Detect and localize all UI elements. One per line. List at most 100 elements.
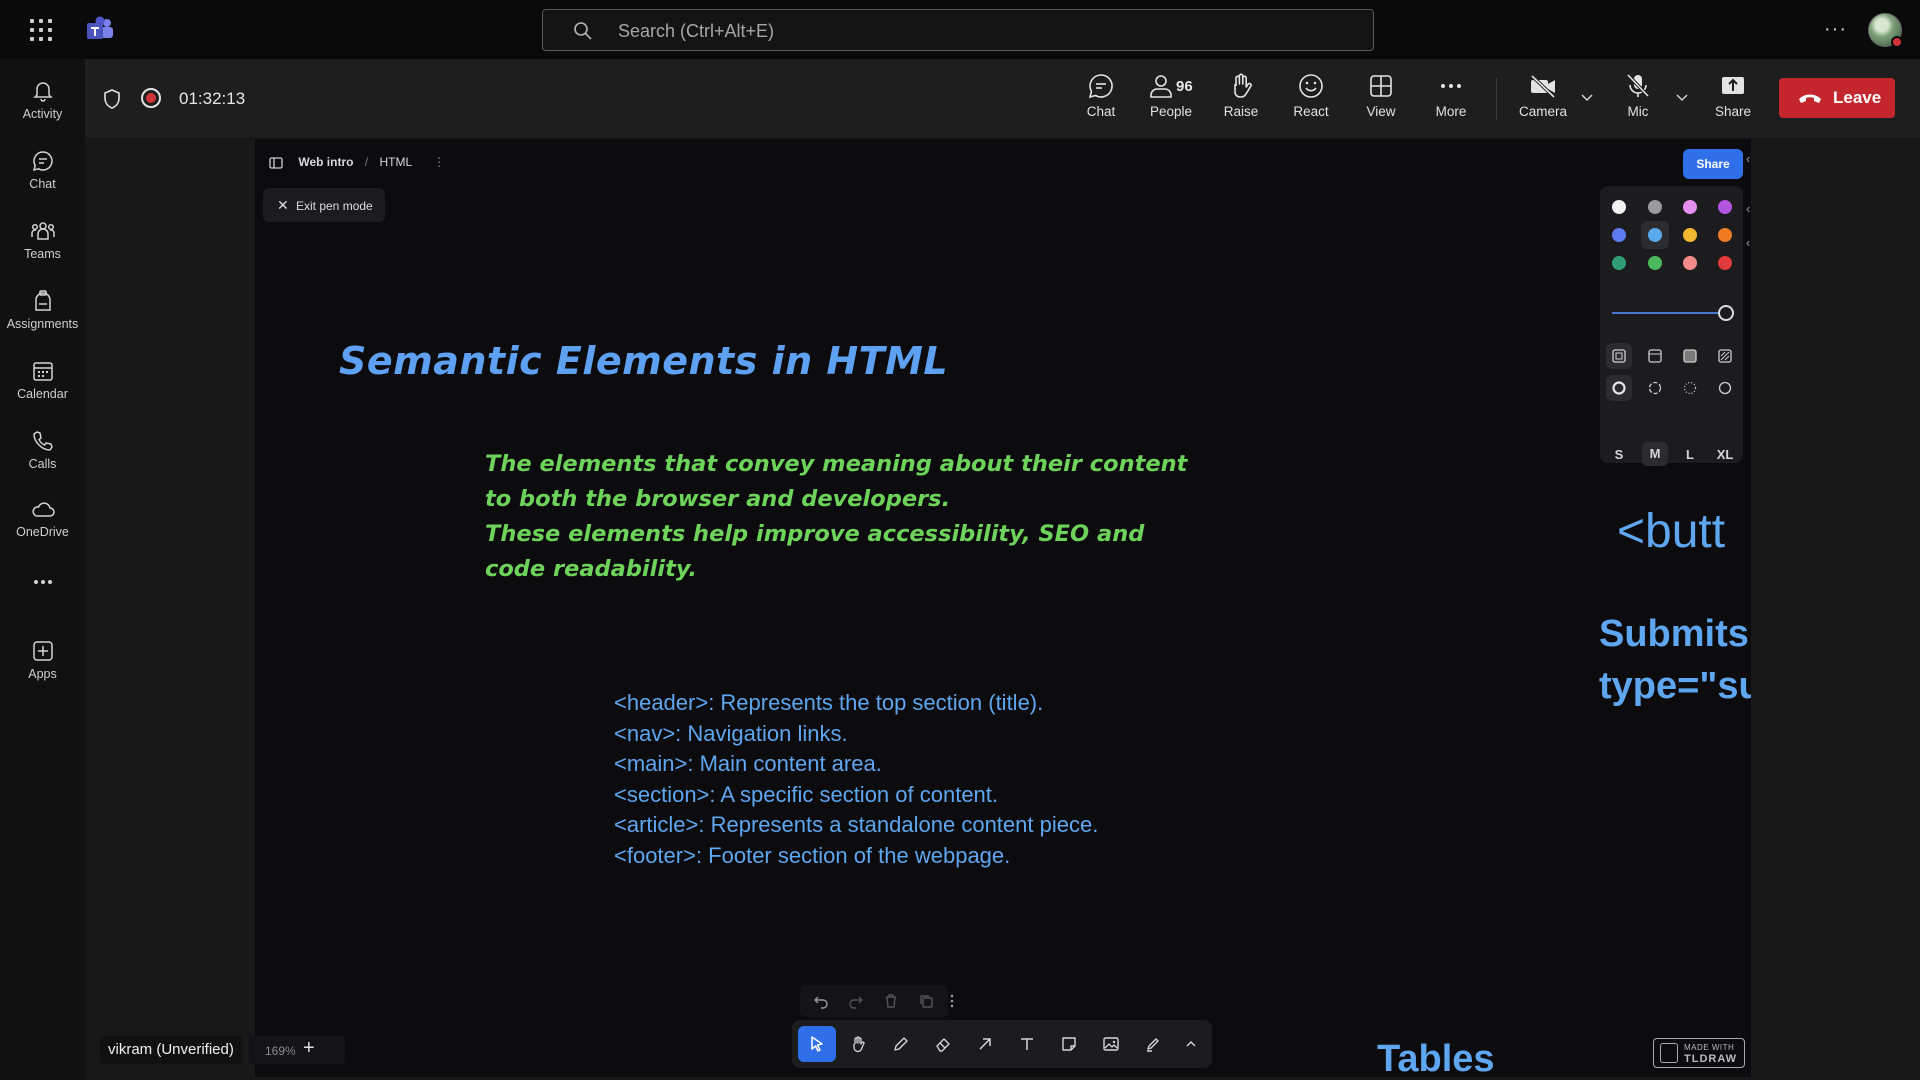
image-tool-button[interactable] [1092, 1026, 1130, 1062]
description-note[interactable]: The elements that convey meaning about t… [485, 447, 1245, 587]
react-button[interactable]: React [1276, 72, 1346, 128]
exit-pen-mode-label: Exit pen mode [296, 199, 373, 213]
chevron-up-icon [1186, 1041, 1196, 1047]
undo-icon[interactable] [813, 993, 829, 1009]
tldraw-logo-icon [1660, 1043, 1678, 1063]
rail-item-apps[interactable]: Apps [0, 629, 85, 695]
draw-tool-button[interactable] [882, 1026, 920, 1062]
share-screen-button[interactable]: Share [1698, 72, 1768, 128]
button-heading-fragment[interactable]: <butt [1617, 504, 1725, 559]
more-options-icon[interactable] [948, 993, 956, 1009]
collapse-chevron-icon[interactable]: ‹ [1746, 235, 1750, 250]
list-item: <nav>: Navigation links. [614, 720, 848, 746]
arrow-tool-button[interactable] [966, 1026, 1004, 1062]
rail-more-button[interactable] [0, 557, 85, 597]
size-s-button[interactable]: S [1606, 447, 1632, 462]
dash-dashed-button[interactable] [1642, 375, 1668, 401]
highlight-tool-button[interactable] [1134, 1026, 1172, 1062]
breadcrumb-item-html[interactable]: HTML [379, 155, 411, 169]
zoom-in-icon[interactable]: + [303, 1037, 315, 1060]
text-tool-button[interactable] [1008, 1026, 1046, 1062]
opacity-slider-handle[interactable] [1718, 305, 1734, 321]
color-swatch-light-green[interactable] [1648, 256, 1662, 270]
dash-dotted-button[interactable] [1677, 375, 1703, 401]
color-swatch-light-violet[interactable] [1683, 200, 1697, 214]
fill-solid-button[interactable] [1677, 343, 1703, 369]
whiteboard-canvas[interactable]: Web intro / HTML ⋮ ✕ Exit pen mode Share… [255, 139, 1751, 1077]
more-actions-button[interactable]: More [1416, 72, 1486, 128]
smiley-icon [1299, 74, 1323, 98]
list-item: <section>: A specific section of content… [614, 781, 999, 807]
more-tools-button[interactable] [1172, 1026, 1210, 1062]
breadcrumb-item-web-intro[interactable]: Web intro [298, 155, 353, 169]
rail-item-chat[interactable]: Chat [0, 139, 85, 205]
rail-item-calls[interactable]: Calls [0, 419, 85, 485]
exit-pen-mode-button[interactable]: ✕ Exit pen mode [263, 188, 385, 222]
size-m-button[interactable]: M [1642, 442, 1668, 466]
color-swatch-green[interactable] [1612, 256, 1626, 270]
app-launcher-icon[interactable] [30, 19, 52, 41]
rail-item-calendar[interactable]: Calendar [0, 349, 85, 415]
size-xl-button[interactable]: XL [1712, 447, 1738, 462]
button-description-fragment[interactable]: Submits type="su [1599, 608, 1751, 712]
fill-semi-button[interactable] [1642, 343, 1668, 369]
chat-button[interactable]: Chat [1066, 72, 1136, 128]
collapse-chevron-icon[interactable]: ‹ [1746, 151, 1750, 166]
rail-item-assignments[interactable]: Assignments [0, 279, 85, 345]
color-swatch-grey[interactable] [1648, 200, 1662, 214]
zoom-control[interactable]: 169% + [249, 1036, 345, 1064]
color-swatch-white[interactable] [1612, 200, 1626, 214]
close-icon: ✕ [277, 197, 289, 213]
camera-button[interactable]: Camera [1508, 72, 1578, 128]
page-menu-icon[interactable]: ⋮ [433, 155, 445, 169]
mic-options-chevron-icon[interactable] [1675, 90, 1689, 104]
opacity-slider-track[interactable] [1612, 312, 1726, 314]
leave-button[interactable]: Leave [1779, 78, 1895, 118]
color-swatch-light-blue[interactable] [1648, 228, 1662, 242]
rail-item-teams[interactable]: Teams [0, 209, 85, 275]
badge-line: MADE WITH [1684, 1043, 1735, 1052]
search-input[interactable]: Search (Ctrl+Alt+E) [542, 9, 1374, 51]
collapse-chevron-icon[interactable]: ‹ [1746, 201, 1750, 216]
tables-heading[interactable]: Tables [1377, 1038, 1495, 1077]
dash-draw-button[interactable] [1606, 375, 1632, 401]
select-tool-button[interactable] [798, 1026, 836, 1062]
raise-hand-button[interactable]: Raise [1206, 72, 1276, 128]
badge-line: TLDRAW [1684, 1053, 1738, 1065]
color-swatch-orange[interactable] [1718, 228, 1732, 242]
color-swatch-violet[interactable] [1718, 200, 1732, 214]
eraser-tool-button[interactable] [924, 1026, 962, 1062]
grid-view-icon [1370, 75, 1392, 97]
made-with-tldraw-badge[interactable]: MADE WITH TLDRAW [1653, 1038, 1745, 1068]
color-swatch-light-red[interactable] [1683, 256, 1697, 270]
rail-item-activity[interactable]: Activity [0, 69, 85, 135]
description-line: code readability. [485, 556, 697, 582]
redo-icon[interactable] [848, 993, 864, 1009]
color-swatch-red[interactable] [1718, 256, 1732, 270]
note-tool-button[interactable] [1050, 1026, 1088, 1062]
view-button[interactable]: View [1346, 72, 1416, 128]
board-title[interactable]: Semantic Elements in HTML [339, 339, 948, 383]
recording-icon [141, 88, 161, 108]
dash-solid-button[interactable] [1712, 375, 1738, 401]
camera-options-chevron-icon[interactable] [1580, 90, 1594, 104]
search-icon [574, 22, 592, 40]
settings-more-icon[interactable]: ··· [1824, 18, 1847, 41]
people-button[interactable]: People [1136, 72, 1206, 128]
rail-item-onedrive[interactable]: OneDrive [0, 487, 85, 553]
semantic-elements-list[interactable]: <header>: Represents the top section (ti… [614, 688, 1098, 872]
fill-none-button[interactable] [1606, 343, 1632, 369]
mic-button[interactable]: Mic [1603, 72, 1673, 128]
fill-pattern-button[interactable] [1712, 343, 1738, 369]
share-board-button[interactable]: Share [1683, 149, 1743, 179]
size-l-button[interactable]: L [1677, 447, 1703, 462]
avatar[interactable] [1868, 13, 1903, 48]
hand-tool-button[interactable] [840, 1026, 878, 1062]
color-swatch-blue[interactable] [1612, 228, 1626, 242]
color-swatch-yellow[interactable] [1683, 228, 1697, 242]
duplicate-icon[interactable] [918, 993, 934, 1009]
sidebar-toggle-icon[interactable] [269, 157, 283, 169]
trash-icon[interactable] [883, 993, 899, 1009]
zoom-level[interactable]: 169% [265, 1044, 296, 1058]
shield-icon[interactable] [102, 88, 122, 110]
